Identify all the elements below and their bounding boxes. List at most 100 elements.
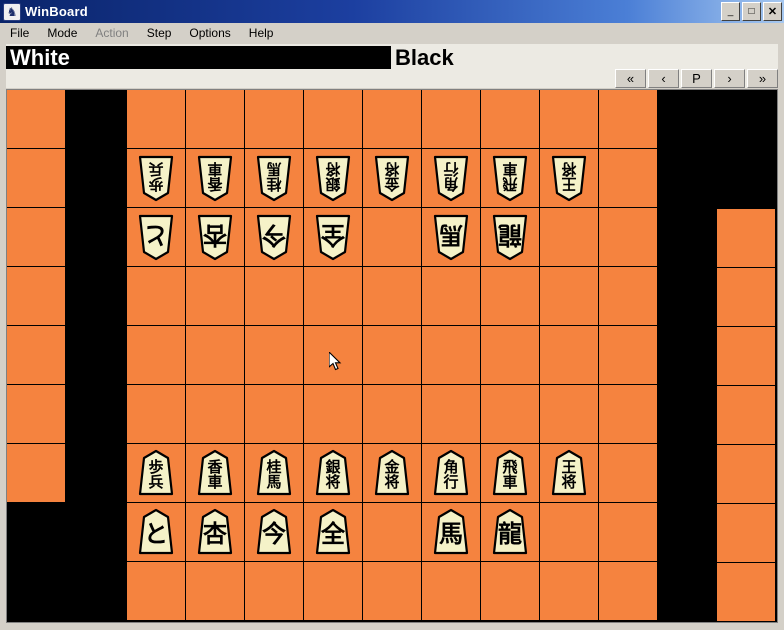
board-square-r1c6[interactable]: 飛車: [481, 149, 540, 208]
board-square-r4c2[interactable]: [245, 326, 304, 385]
piece-pawn-white[interactable]: 歩兵: [134, 449, 178, 497]
black-clock[interactable]: Black: [395, 46, 454, 70]
board-square-r3c2[interactable]: [245, 267, 304, 326]
holdings-left-cell-0[interactable]: [7, 90, 66, 149]
piece-promoted-bishop-horse-white[interactable]: 馬: [429, 508, 473, 556]
board-square-r0c2[interactable]: [245, 90, 304, 149]
holdings-right-cell-1[interactable]: [717, 268, 776, 327]
board-square-r4c1[interactable]: [186, 326, 245, 385]
piece-promoted-lance-white[interactable]: 杏: [193, 508, 237, 556]
holdings-right-cell-2[interactable]: [717, 327, 776, 386]
board-square-r6c1[interactable]: 香車: [186, 444, 245, 503]
board-square-r3c3[interactable]: [304, 267, 363, 326]
piece-lance-black[interactable]: 香車: [193, 154, 237, 202]
board-square-r3c7[interactable]: [540, 267, 599, 326]
piece-promoted-rook-dragon-white[interactable]: 龍: [488, 508, 532, 556]
board-square-r3c0[interactable]: [127, 267, 186, 326]
piece-rook-white[interactable]: 飛車: [488, 449, 532, 497]
board-square-r0c8[interactable]: [599, 90, 658, 149]
white-clock[interactable]: White: [6, 46, 391, 70]
board-square-r0c7[interactable]: [540, 90, 599, 149]
board-square-r6c2[interactable]: 桂馬: [245, 444, 304, 503]
board-square-r5c1[interactable]: [186, 385, 245, 444]
board-square-r5c2[interactable]: [245, 385, 304, 444]
maximize-button[interactable]: □: [742, 2, 761, 21]
board-square-r7c4[interactable]: [363, 503, 422, 562]
board-square-r6c7[interactable]: 王将: [540, 444, 599, 503]
board-square-r5c5[interactable]: [422, 385, 481, 444]
holdings-left-cell-6[interactable]: [7, 444, 66, 503]
board-square-r2c8[interactable]: [599, 208, 658, 267]
jump-to-start-button[interactable]: «: [615, 69, 646, 88]
menu-file[interactable]: File: [2, 24, 37, 42]
shogi-board[interactable]: 歩兵香車桂馬銀将金将角行飛車王将と杏今全馬龍歩兵香車桂馬銀将金将角行飛車王将と杏…: [6, 89, 778, 623]
board-square-r7c2[interactable]: 今: [245, 503, 304, 562]
jump-to-end-button[interactable]: »: [747, 69, 778, 88]
holdings-left-cell-5[interactable]: [7, 385, 66, 444]
piece-knight-black[interactable]: 桂馬: [252, 154, 296, 202]
board-square-r4c0[interactable]: [127, 326, 186, 385]
board-square-r5c0[interactable]: [127, 385, 186, 444]
board-square-r6c3[interactable]: 銀将: [304, 444, 363, 503]
board-square-r2c2[interactable]: 今: [245, 208, 304, 267]
menu-mode[interactable]: Mode: [39, 24, 85, 42]
board-square-r1c5[interactable]: 角行: [422, 149, 481, 208]
board-square-r5c7[interactable]: [540, 385, 599, 444]
board-square-r8c7[interactable]: [540, 562, 599, 621]
holdings-right-cell-6[interactable]: [717, 563, 776, 622]
step-forward-button[interactable]: ›: [714, 69, 745, 88]
board-square-r8c3[interactable]: [304, 562, 363, 621]
board-square-r3c8[interactable]: [599, 267, 658, 326]
piece-bishop-black[interactable]: 角行: [429, 154, 473, 202]
piece-promoted-pawn-black[interactable]: と: [134, 213, 178, 261]
close-button[interactable]: ✕: [763, 2, 782, 21]
board-square-r1c3[interactable]: 銀将: [304, 149, 363, 208]
board-square-r0c3[interactable]: [304, 90, 363, 149]
board-square-r5c4[interactable]: [363, 385, 422, 444]
board-square-r1c2[interactable]: 桂馬: [245, 149, 304, 208]
board-square-r4c4[interactable]: [363, 326, 422, 385]
holdings-right-cell-3[interactable]: [717, 386, 776, 445]
board-square-r3c1[interactable]: [186, 267, 245, 326]
board-square-r1c8[interactable]: [599, 149, 658, 208]
board-square-r7c3[interactable]: 全: [304, 503, 363, 562]
piece-knight-white[interactable]: 桂馬: [252, 449, 296, 497]
board-square-r7c6[interactable]: 龍: [481, 503, 540, 562]
piece-lance-white[interactable]: 香車: [193, 449, 237, 497]
piece-king-black[interactable]: 王将: [547, 154, 591, 202]
pause-button[interactable]: P: [681, 69, 712, 88]
board-square-r6c5[interactable]: 角行: [422, 444, 481, 503]
board-square-r4c8[interactable]: [599, 326, 658, 385]
board-square-r3c4[interactable]: [363, 267, 422, 326]
holdings-left-cell-3[interactable]: [7, 267, 66, 326]
board-square-r7c8[interactable]: [599, 503, 658, 562]
board-square-r3c5[interactable]: [422, 267, 481, 326]
board-square-r4c3[interactable]: [304, 326, 363, 385]
board-square-r5c8[interactable]: [599, 385, 658, 444]
holdings-left-cell-2[interactable]: [7, 208, 66, 267]
piece-promoted-knight-white[interactable]: 今: [252, 508, 296, 556]
board-square-r2c5[interactable]: 馬: [422, 208, 481, 267]
piece-silver-general-black[interactable]: 銀将: [311, 154, 355, 202]
board-square-r0c0[interactable]: [127, 90, 186, 149]
board-square-r4c6[interactable]: [481, 326, 540, 385]
board-square-r8c6[interactable]: [481, 562, 540, 621]
board-square-r6c6[interactable]: 飛車: [481, 444, 540, 503]
piece-promoted-lance-black[interactable]: 杏: [193, 213, 237, 261]
board-square-r2c3[interactable]: 全: [304, 208, 363, 267]
board-square-r2c4[interactable]: [363, 208, 422, 267]
menu-step[interactable]: Step: [139, 24, 180, 42]
board-square-r3c6[interactable]: [481, 267, 540, 326]
piece-promoted-knight-black[interactable]: 今: [252, 213, 296, 261]
menu-options[interactable]: Options: [181, 24, 238, 42]
board-square-r8c2[interactable]: [245, 562, 304, 621]
board-square-r0c4[interactable]: [363, 90, 422, 149]
board-square-r1c1[interactable]: 香車: [186, 149, 245, 208]
board-square-r8c4[interactable]: [363, 562, 422, 621]
board-square-r8c8[interactable]: [599, 562, 658, 621]
board-square-r2c7[interactable]: [540, 208, 599, 267]
piece-promoted-bishop-horse-black[interactable]: 馬: [429, 213, 473, 261]
board-square-r4c5[interactable]: [422, 326, 481, 385]
holdings-left-cell-1[interactable]: [7, 149, 66, 208]
board-square-r8c1[interactable]: [186, 562, 245, 621]
